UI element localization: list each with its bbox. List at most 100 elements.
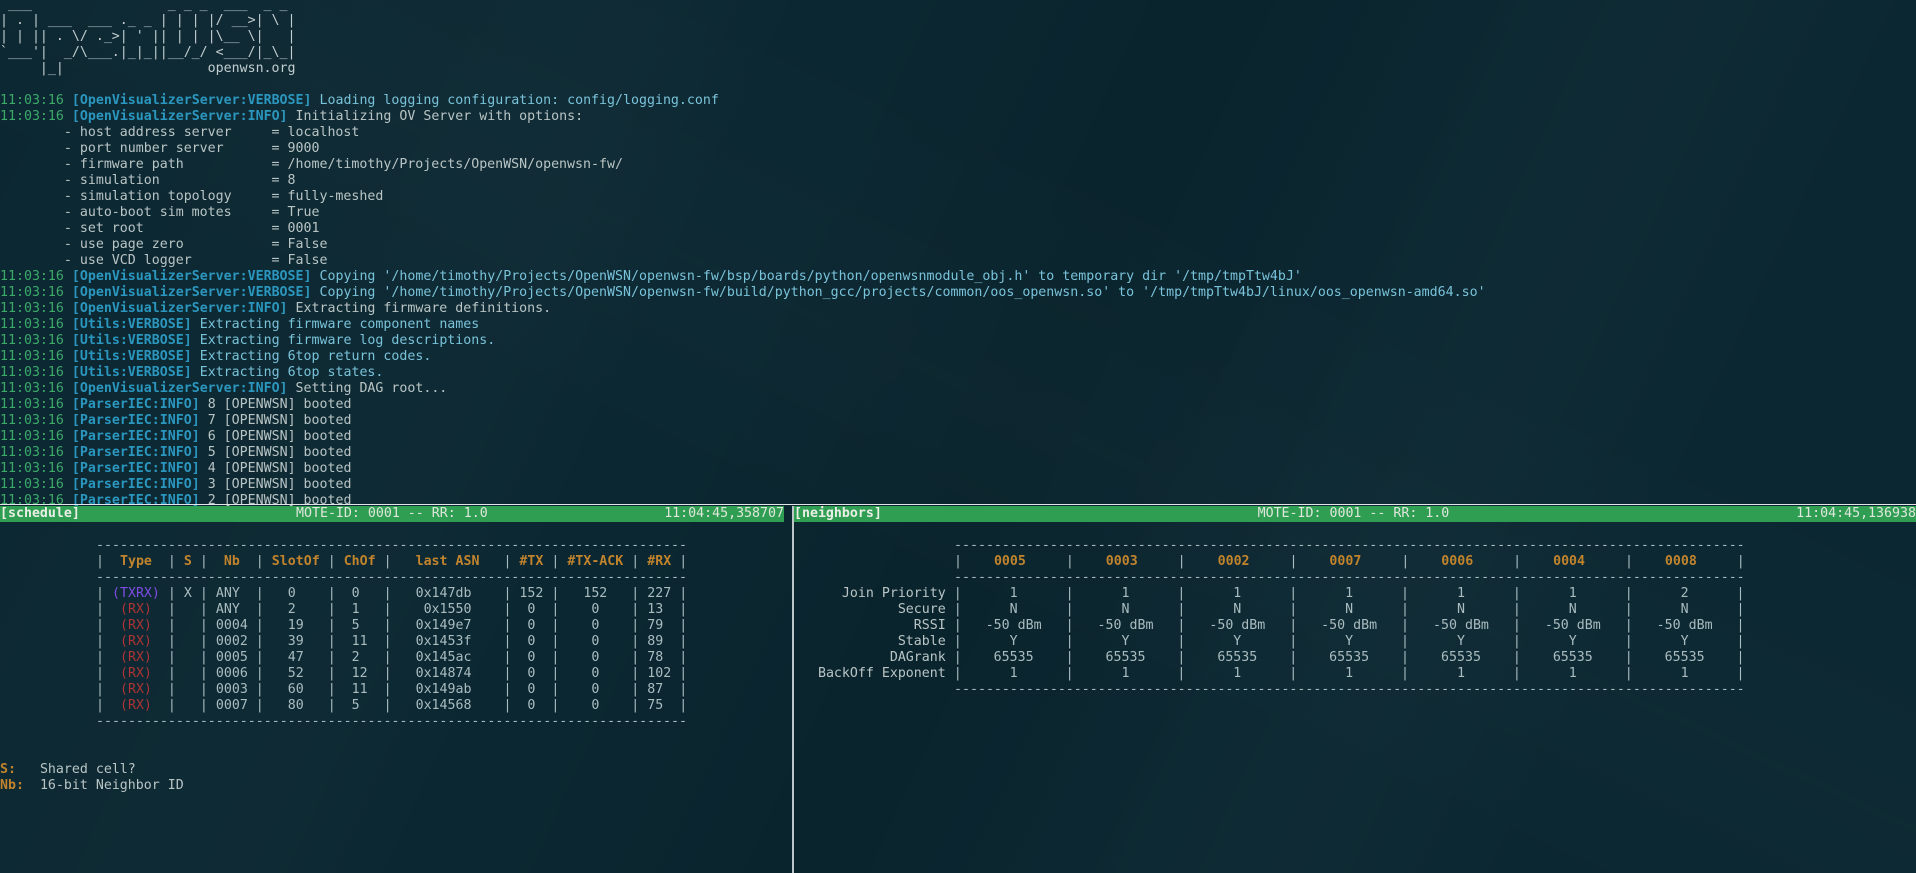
text-run-i [312, 93, 320, 108]
text-run-hdr: #RX [639, 553, 680, 569]
text-run-i [200, 429, 208, 444]
text-run-tbl: | [679, 601, 688, 617]
schedule-table-row: | (RX) | | 0005 | 47 | 2 | 0x145ac | 0 |… [96, 650, 687, 666]
text-run-i [64, 413, 72, 428]
neighbors-statusbar-title: [neighbors] [794, 506, 882, 522]
text-run-tbl: | [953, 633, 962, 649]
text-run-tbl: | [1624, 553, 1633, 569]
text-run-tbl: | [255, 665, 264, 681]
text-run-tbl: | [383, 633, 392, 649]
text-run-hdr: 0004 [1521, 553, 1625, 569]
text-run-i [64, 477, 72, 492]
text-run-tbl: | [167, 681, 176, 697]
text-run-tbl: | [167, 649, 176, 665]
text-run-i [288, 301, 296, 316]
text-run-tbl: 0 [511, 601, 552, 617]
text-run-tbl: 0x147db [391, 585, 504, 601]
text-run-tbl: | [255, 601, 264, 617]
text-run-v: Extracting 6top states. [199, 365, 384, 380]
text-run-tbl: 0 [559, 601, 632, 617]
text-run-tbl: 1 [1073, 665, 1178, 681]
text-run-tbl: 0 [511, 681, 552, 697]
text-run-i: Extracting firmware definitions. [295, 301, 552, 316]
text-run-i: Shared cell? [15, 761, 136, 777]
text-run-tbl: | [679, 617, 688, 633]
text-run-rx: (RX) [104, 681, 168, 697]
text-run-i [192, 317, 200, 332]
text-run-i: DAGrank [794, 649, 954, 665]
text-run-leg: Nb: [0, 777, 24, 793]
text-run-tbl: Y [1297, 633, 1402, 649]
log-line: 11:03:16 [OpenVisualizerServer:INFO] Ext… [0, 301, 551, 317]
text-run-ts: 11:03:16 [0, 365, 64, 380]
text-run-tag: [OpenVisualizerServer:INFO] [71, 109, 288, 124]
text-run-tbl: | [1065, 665, 1074, 681]
text-run-tbl: 0007 [207, 697, 256, 713]
text-run-tbl: 0 [263, 585, 328, 601]
text-run-tbl: | [953, 601, 962, 617]
text-run-ts: 11:03:16 [0, 93, 64, 108]
text-run-i [64, 381, 72, 396]
text-run-tbl [176, 634, 200, 649]
text-run-tbl [176, 698, 200, 713]
log-line-continuation: - use page zero = False [0, 237, 328, 253]
text-run-i: - auto-boot sim motes = True [0, 205, 320, 220]
text-run-tbl: 1 [961, 665, 1066, 681]
text-run-tbl: | [167, 585, 176, 601]
banner-line: | | || . \/ ._>| ' || | | |\__ \| | [0, 29, 296, 45]
text-run-tbl: | [96, 585, 104, 601]
text-run-ts: 11:03:16 [0, 477, 64, 492]
text-run-hdr: Type [104, 553, 168, 569]
text-run-i: RSSI [794, 617, 954, 633]
text-run-tag: [OpenVisualizerServer:INFO] [71, 301, 288, 316]
text-run-tbl: | [167, 617, 176, 633]
text-run-tbl: | [1512, 617, 1521, 633]
text-run-tbl: | [1736, 665, 1745, 681]
text-run-tag: [ParserIEC:INFO] [71, 397, 200, 412]
text-run-tag: [ParserIEC:INFO] [71, 413, 200, 428]
text-run-i: 5 [OPENWSN] booted [207, 445, 352, 460]
text-run-tbl: | [1512, 633, 1521, 649]
text-run-tag: [ParserIEC:INFO] [71, 445, 200, 460]
text-run-tbl: 0x14874 [391, 665, 504, 681]
text-run-tbl: | [954, 553, 962, 569]
text-run-tbl: 2 [263, 601, 328, 617]
log-line-continuation: - firmware path = /home/timothy/Projects… [0, 157, 623, 173]
log-line: 11:03:16 [ParserIEC:INFO] 4 [OPENWSN] bo… [0, 461, 351, 477]
text-run-i: Setting DAG root... [295, 381, 448, 396]
pane-split-vertical-border[interactable] [792, 505, 794, 873]
text-run-tbl: | [1624, 601, 1633, 617]
text-run-tbl: 0 [559, 681, 632, 697]
text-run-tbl: 12 [335, 665, 384, 681]
text-run-tbl: | [953, 665, 962, 681]
schedule-pane[interactable]: ----------------------------------------… [0, 522, 784, 873]
text-run-ts: 11:03:16 [0, 445, 64, 460]
log-line-continuation: - port number server = 9000 [0, 141, 320, 157]
text-run-hdr: S [175, 553, 200, 569]
log-line: 11:03:16 [OpenVisualizerServer:VERBOSE] … [0, 285, 1486, 301]
text-run-ts: 11:03:16 [0, 413, 64, 428]
text-run-i: - use page zero = False [0, 237, 328, 252]
text-run-tbl: 39 [263, 633, 328, 649]
text-run-tbl: | [1401, 633, 1410, 649]
text-run-i: 3 [OPENWSN] booted [207, 477, 352, 492]
text-run-tbl: | [383, 585, 392, 601]
text-run-tag: [OpenVisualizerServer:VERBOSE] [71, 269, 312, 284]
text-run-hdr: 0008 [1632, 553, 1737, 569]
text-run-tbl: | [383, 681, 392, 697]
neighbors-pane[interactable]: ----------------------------------------… [794, 522, 1916, 873]
text-run-tbl: 65535 [1185, 649, 1290, 665]
text-run-i [64, 445, 72, 460]
text-run-tbl: | [255, 633, 264, 649]
log-pane[interactable]: ___ _ _ _ ___ _ _ | . | ___ ___ ._ _ | |… [0, 0, 1916, 512]
text-run-i [192, 365, 200, 380]
text-run-v: Extracting 6top return codes. [199, 349, 432, 364]
text-run-tag: [OpenVisualizerServer:VERBOSE] [71, 285, 312, 300]
text-run-tbl: 1 [1632, 665, 1737, 681]
text-run-tag: [Utils:VERBOSE] [71, 333, 192, 348]
text-run-tbl: | [1512, 665, 1521, 681]
text-run-tbl: 1 [961, 585, 1066, 601]
text-run-tbl: | [199, 601, 208, 617]
text-run-tbl: | [255, 681, 264, 697]
text-run-tbl: -50 dBm [1520, 617, 1625, 633]
